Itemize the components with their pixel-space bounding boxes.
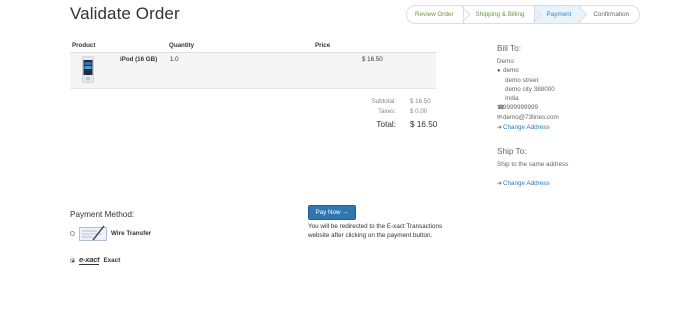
step-label: Review Order [415,11,454,18]
ipod-product-image [82,56,94,83]
table-header: Product Quantity Price [70,40,436,53]
subtotal-line: Subtotal: $ 16.50 [340,98,440,108]
ship-to-text: Ship to the same address [497,161,569,168]
exact-logo: e-xact [79,255,100,265]
ship-change-address-label: Change Address [503,180,550,187]
step-confirmation[interactable]: Confirmation [580,6,639,23]
taxes-label: Taxes: [378,107,396,115]
bill-to-country: India [505,95,519,102]
order-table: Product Quantity Price iPod (16 GB) 1.0 … [70,40,436,89]
total-line: Total: $ 16.50 [340,120,440,134]
bill-to-email: demo@73lines.com [503,114,559,121]
order-totals: Subtotal: $ 16.50 Taxes: $ 0.00 Total: $… [340,98,440,134]
pay-now-button[interactable]: Pay Now → [308,205,356,220]
payment-redirect-note: You will be redirected to the E-xact Tra… [308,223,443,239]
bill-change-address-link[interactable]: ➜Change Address [497,123,559,133]
ship-to-title: Ship To: [497,147,527,156]
page-title: Validate Order [70,4,180,23]
step-shipping-billing[interactable]: Shipping & Billing [462,6,541,23]
bill-change-address-label: Change Address [503,124,550,131]
wire-transfer-label: Wire Transfer [111,230,152,237]
checkout-wizard: Review Order Shipping & Billing Payment … [406,5,641,24]
bill-to-name: Demo [497,58,514,65]
bill-to-phone: 9999999999 [503,104,539,111]
table-row: iPod (16 GB) 1.0 $ 16.50 [70,53,436,89]
ship-to-section: Ship To: Ship to the same address ➜Chang… [497,147,568,189]
bill-to-title: Bill To: [497,44,521,53]
subtotal-label: Subtotal: [371,98,396,105]
product-quantity: 1.0 [170,56,179,63]
total-label: Total: [376,120,396,129]
wire-transfer-check-icon [79,225,107,241]
payment-option-wire-transfer[interactable]: Wire Transfer [70,225,151,242]
taxes-value: $ 0.00 [410,107,428,115]
bill-to-section: Bill To: Demo ● demo demo street demo cit… [497,44,559,133]
exact-radio[interactable] [70,258,75,263]
payment-option-exact[interactable]: e-xact Exact [70,256,120,265]
product-price: $ 16.50 [362,56,383,63]
col-product: Product [72,42,96,49]
step-label: Confirmation [593,11,630,18]
ship-change-address-link[interactable]: ➜Change Address [497,179,568,189]
wire-transfer-radio[interactable] [70,231,75,236]
product-name: iPod (16 GB) [120,56,158,63]
bill-to-city: demo city 388000 [505,86,555,93]
step-label: Payment [546,11,572,18]
total-value: $ 16.50 [410,120,438,129]
exact-label: Exact [103,257,121,264]
step-label: Shipping & Billing [475,11,525,18]
subtotal-value: $ 16.50 [410,98,431,105]
taxes-line: Taxes: $ 0.00 [340,108,440,118]
step-review-order[interactable]: Review Order [407,6,470,23]
col-quantity: Quantity [169,42,195,49]
bill-to-street: demo street [505,77,539,84]
payment-method-title: Payment Method: [70,210,135,219]
col-price: Price [315,42,331,49]
bill-to-contact: demo [503,67,519,74]
